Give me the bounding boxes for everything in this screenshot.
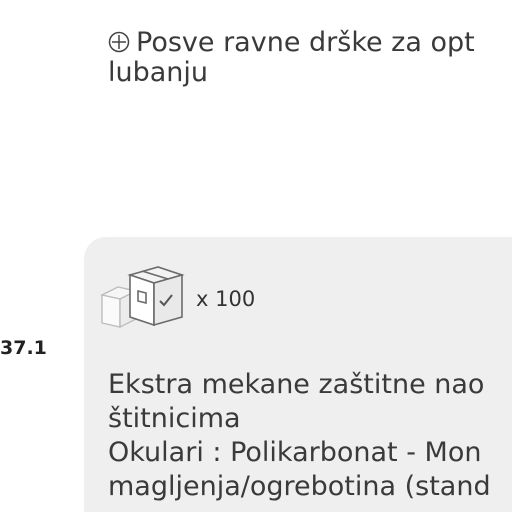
circle-plus-icon [108,31,130,53]
product-description: Ekstra mekane zaštitne nao štitnicima Ok… [108,368,512,504]
page: Posve ravne drške za opt lubanju 37.1 x … [0,0,512,512]
feature-text: Posve ravne drške za opt lubanju [108,28,512,88]
pack-quantity: x 100 [196,287,256,311]
description-line: štitnicima [108,403,241,434]
description-line: magljenja/ogrebotina (stand [108,471,491,502]
feature-line-1: Posve ravne drške za opt [108,28,512,58]
boxes-icon [100,266,185,329]
description-line: Ekstra mekane zaštitne nao [108,369,485,400]
description-line: Okulari : Polikarbonat - Mon [108,437,482,468]
feature-line-1-text: Posve ravne drške za opt [136,27,475,58]
feature-line-2: lubanju [108,57,209,88]
product-code-fragment: 37.1 [0,337,47,359]
